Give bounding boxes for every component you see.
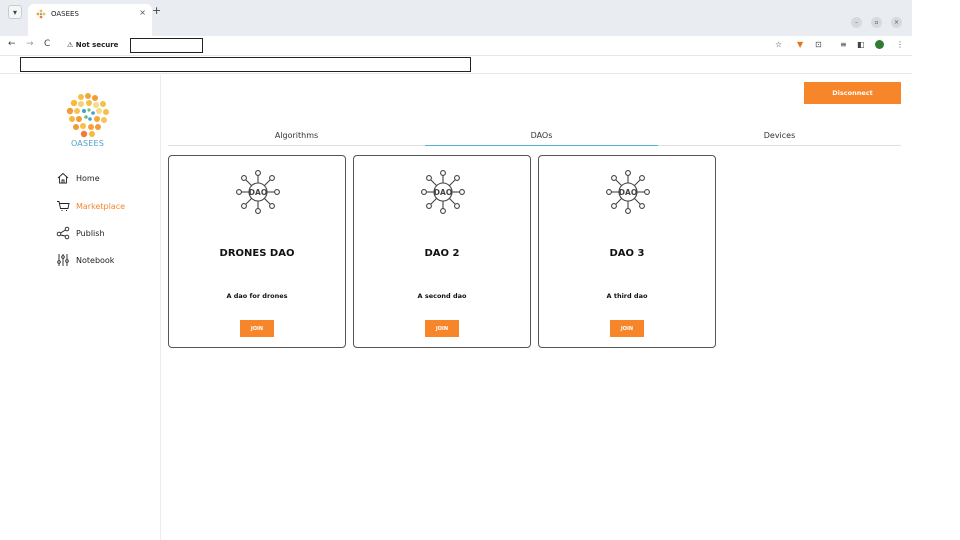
dao-icon-text: DAO: [619, 188, 637, 197]
dao-card-description: A dao for drones: [226, 292, 288, 300]
dao-icon-text: DAO: [249, 188, 267, 197]
dao-card-title: DAO 3: [609, 248, 645, 259]
tab-algorithms[interactable]: Algorithms: [168, 128, 425, 146]
sidebar-item-label: Home: [76, 173, 100, 183]
category-tabs: Algorithms DAOs Devices: [168, 128, 901, 146]
extensions-icon[interactable]: ⊡: [815, 40, 822, 49]
logo-text: OASEES: [70, 139, 105, 148]
join-button[interactable]: JOIN: [425, 320, 459, 337]
back-icon[interactable]: ←: [8, 39, 16, 49]
dao-card: DAO DAO 3 A third dao JOIN: [538, 155, 716, 348]
tab-close-icon[interactable]: ×: [139, 8, 146, 17]
dao-card: DAO DRONES DAO A dao for drones JOIN: [168, 155, 346, 348]
dao-card-description: A third dao: [606, 292, 648, 300]
browser-tabstrip: ▾ OASEES × + – ▫ ×: [0, 0, 912, 36]
dao-card: DAO DAO 2 A second dao JOIN: [353, 155, 531, 348]
join-button[interactable]: JOIN: [610, 320, 644, 337]
sidebar-item-marketplace[interactable]: Marketplace: [56, 197, 125, 215]
window-close-icon[interactable]: ×: [891, 17, 902, 28]
bookmarks-bar: [0, 56, 912, 74]
dao-icon-text: DAO: [434, 188, 452, 197]
tab-search-icon[interactable]: ▾: [8, 5, 22, 19]
tab-title: OASEES: [51, 10, 79, 18]
favicon-icon: [36, 9, 46, 19]
home-icon: [57, 172, 69, 184]
new-tab-button[interactable]: +: [152, 4, 161, 17]
security-warning[interactable]: ⚠ Not secure: [67, 41, 118, 49]
profile-avatar[interactable]: [875, 40, 884, 49]
sidebar-item-notebook[interactable]: Notebook: [56, 251, 114, 269]
bookmark-star-icon[interactable]: ☆: [775, 40, 782, 49]
sidebar-item-label: Notebook: [76, 255, 115, 265]
join-button[interactable]: JOIN: [240, 320, 274, 337]
oasees-logo: [66, 93, 109, 138]
tab-daos[interactable]: DAOs: [425, 128, 658, 146]
maximize-icon[interactable]: ▫: [871, 17, 882, 28]
browser-window: ▾ OASEES × + – ▫ × ← → C ⚠ Not secure ☆ …: [0, 0, 912, 540]
dao-card-title: DAO 2: [424, 248, 460, 259]
sliders-icon: [57, 254, 69, 266]
dao-card-description: A second dao: [417, 292, 467, 300]
bookmarks-redacted-box: [20, 57, 471, 72]
dao-network-icon: DAO: [606, 170, 650, 214]
sidebar-item-label: Publish: [76, 228, 105, 238]
tab-devices[interactable]: Devices: [658, 128, 901, 146]
dao-network-icon: DAO: [421, 170, 465, 214]
dao-network-icon: DAO: [236, 170, 280, 214]
url-input[interactable]: [130, 38, 203, 53]
sidebar-item-label: Marketplace: [76, 201, 126, 211]
share-icon: [56, 226, 70, 240]
reading-list-icon[interactable]: ≡: [840, 40, 847, 49]
sidebar: OASEES Home Marketplace Publish Notebook: [0, 75, 161, 540]
address-bar-row: ← → C ⚠ Not secure ☆ ▼ ⊡ ≡ ◧ ⋮: [0, 36, 912, 56]
disconnect-button[interactable]: Disconnect: [804, 82, 901, 104]
dao-card-title: DRONES DAO: [219, 248, 295, 259]
cart-icon: [57, 201, 70, 211]
side-panel-icon[interactable]: ◧: [857, 40, 865, 49]
reload-icon[interactable]: C: [44, 39, 50, 49]
menu-kebab-icon[interactable]: ⋮: [896, 40, 904, 49]
forward-icon[interactable]: →: [26, 39, 34, 49]
minimize-icon[interactable]: –: [851, 17, 862, 28]
browser-tab[interactable]: OASEES ×: [28, 4, 152, 36]
metamask-extension-icon[interactable]: ▼: [797, 40, 803, 49]
sidebar-item-publish[interactable]: Publish: [56, 224, 105, 242]
sidebar-item-home[interactable]: Home: [56, 169, 100, 187]
